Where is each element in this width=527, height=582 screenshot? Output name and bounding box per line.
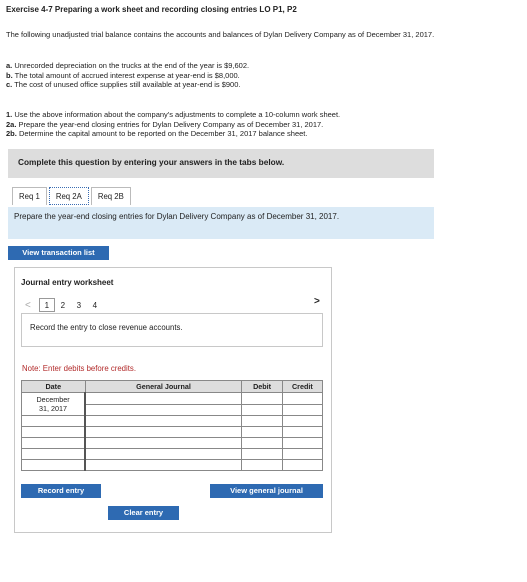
fact-c: c. The cost of unused office supplies st… [6, 80, 241, 89]
exercise-title: Exercise 4-7 Preparing a work sheet and … [6, 5, 297, 14]
entry-instruction: Record the entry to close revenue accoun… [21, 313, 323, 347]
journal-table: Date General Journal Debit Credit Decemb… [21, 380, 324, 471]
debit-input[interactable] [241, 392, 283, 405]
debits-note: Note: Enter debits before credits. [22, 364, 136, 373]
debit-input[interactable] [241, 459, 283, 471]
journal-account-input[interactable] [84, 415, 243, 427]
table-row [21, 426, 324, 438]
credit-input[interactable] [281, 403, 324, 416]
journal-account-input[interactable] [84, 392, 243, 405]
worksheet-title: Journal entry worksheet [21, 278, 114, 287]
date-year: 31, 2017 [39, 404, 68, 413]
credit-input[interactable] [281, 437, 324, 449]
date-input[interactable] [21, 426, 86, 438]
page-2[interactable]: 2 [55, 301, 71, 310]
fact-a: a. Unrecorded depreciation on the trucks… [6, 61, 250, 70]
view-transaction-list-button[interactable]: View transaction list [8, 246, 109, 260]
table-row [21, 459, 324, 471]
tab-req-1[interactable]: Req 1 [12, 187, 47, 205]
tab-req-2a[interactable]: Req 2A [48, 187, 89, 205]
table-row [21, 415, 324, 427]
tab-req-2b[interactable]: Req 2B [90, 187, 131, 205]
exercise-intro: The following unadjusted trial balance c… [6, 30, 435, 39]
page-4[interactable]: 4 [87, 301, 103, 310]
debit-input[interactable] [241, 437, 283, 449]
requirement-prompt: Prepare the year-end closing entries for… [8, 207, 434, 239]
debit-input[interactable] [241, 448, 283, 460]
requirement-2b: 2b. Determine the capital amount to be r… [6, 129, 308, 138]
instructions-banner: Complete this question by entering your … [8, 149, 434, 178]
requirement-2a: 2a. Prepare the year-end closing entries… [6, 119, 324, 129]
debit-input[interactable] [241, 403, 283, 416]
requirement-1: 1. Use the above information about the c… [6, 110, 341, 119]
date-input[interactable] [21, 437, 86, 449]
journal-header-row: Date General Journal Debit Credit [21, 380, 324, 393]
clear-entry-button[interactable]: Clear entry [108, 506, 179, 520]
view-general-journal-button[interactable]: View general journal [210, 484, 323, 498]
worksheet-pager: < 1 2 3 4 [25, 298, 103, 312]
date-month: December [36, 395, 70, 404]
journal-account-input[interactable] [84, 403, 243, 416]
page-3[interactable]: 3 [71, 301, 87, 310]
requirements-list: 1. Use the above information about the c… [6, 110, 340, 139]
fact-b: b. The total amount of accrued interest … [6, 70, 240, 80]
date-input[interactable] [21, 448, 86, 460]
chevron-right-icon[interactable]: > [314, 296, 320, 307]
date-column-header: Date [21, 380, 86, 393]
page-1[interactable]: 1 [38, 298, 55, 312]
date-input[interactable] [21, 415, 86, 427]
credit-column-header: Credit [281, 380, 324, 393]
table-row [21, 437, 324, 449]
credit-input[interactable] [281, 448, 324, 460]
credit-input[interactable] [281, 426, 324, 438]
record-entry-button[interactable]: Record entry [21, 484, 101, 498]
journal-account-input[interactable] [84, 459, 243, 471]
journal-column-header: General Journal [84, 380, 243, 393]
credit-input[interactable] [281, 459, 324, 471]
debit-input[interactable] [241, 426, 283, 438]
adjustment-facts: a. Unrecorded depreciation on the trucks… [6, 61, 249, 90]
chevron-left-icon[interactable]: < [25, 300, 31, 311]
date-cell: December 31, 2017 [21, 392, 86, 416]
table-row: December 31, 2017 [21, 392, 324, 416]
date-input[interactable] [21, 459, 86, 471]
journal-account-input[interactable] [84, 448, 243, 460]
table-row [21, 448, 324, 460]
credit-input[interactable] [281, 392, 324, 405]
debit-column-header: Debit [241, 380, 283, 393]
debit-input[interactable] [241, 415, 283, 427]
journal-account-input[interactable] [84, 437, 243, 449]
requirement-tabs: Req 1 Req 2A Req 2B [12, 187, 133, 205]
credit-input[interactable] [281, 415, 324, 427]
journal-account-input[interactable] [84, 426, 243, 438]
